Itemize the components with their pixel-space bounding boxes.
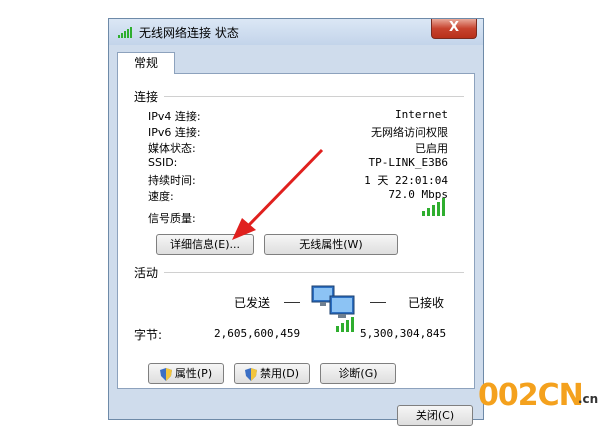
received-label: 已接收 [408, 296, 445, 310]
uac-shield-icon [159, 367, 172, 381]
wireless-signal-icon [118, 27, 132, 38]
title-bar[interactable]: 无线网络连接 状态 X [109, 19, 483, 45]
bytes-sent-value: 2,605,600,459 [214, 327, 301, 340]
network-computers-icon [311, 285, 355, 332]
media-state-value: 已启用 [415, 142, 448, 155]
close-button[interactable]: 关闭(C) [397, 405, 473, 426]
ssid-value: TP-LINK_E3B6 [368, 156, 448, 169]
tab-general[interactable]: 常规 [117, 52, 175, 74]
media-state-label: 媒体状态: [148, 142, 196, 155]
row-signal: 信号质量: [148, 210, 448, 226]
properties-button-label: 属性(P) [174, 367, 213, 380]
uac-shield-icon [244, 367, 257, 381]
row-speed: 速度: 72.0 Mbps [148, 188, 448, 204]
wireless-properties-button[interactable]: 无线属性(W) [264, 234, 398, 255]
watermark-suffix: .cn [578, 392, 599, 406]
row-ssid: SSID: TP-LINK_E3B6 [148, 156, 448, 172]
details-button[interactable]: 详细信息(E)... [156, 234, 254, 255]
network-status-window: 无线网络连接 状态 X 常规 连接 IPv4 连接: Internet IPv6… [108, 18, 484, 426]
disable-button-label: 禁用(D) [259, 367, 300, 380]
row-ipv6: IPv6 连接: 无网络访问权限 [148, 124, 448, 140]
properties-button[interactable]: 属性(P) [148, 363, 224, 384]
duration-value: 1 天 22:01:04 [364, 174, 448, 187]
received-dash [370, 302, 386, 303]
sent-label: 已发送 [234, 296, 271, 310]
window-title: 无线网络连接 状态 [139, 26, 239, 40]
row-ipv4: IPv4 连接: Internet [148, 108, 448, 124]
activity-divider [164, 272, 464, 273]
row-duration: 持续时间: 1 天 22:01:04 [148, 172, 448, 188]
row-media-state: 媒体状态: 已启用 [148, 140, 448, 156]
bytes-received-value: 5,300,304,845 [360, 327, 447, 340]
ssid-label: SSID: [148, 156, 178, 169]
diagnose-button[interactable]: 诊断(G) [320, 363, 396, 384]
ipv6-label: IPv6 连接: [148, 126, 201, 139]
bytes-label: 字节: [134, 328, 163, 342]
site-watermark: 002CN .cn [478, 368, 600, 420]
disable-button[interactable]: 禁用(D) [234, 363, 310, 384]
ipv4-value: Internet [395, 108, 448, 121]
watermark-brand: 002CN [478, 378, 584, 413]
speed-label: 速度: [148, 190, 174, 203]
signal-quality-label: 信号质量: [148, 212, 196, 225]
ipv6-value: 无网络访问权限 [371, 126, 448, 139]
connection-section-title: 连接 [134, 90, 159, 104]
close-window-button[interactable]: X [431, 19, 477, 39]
activity-section-title: 活动 [134, 266, 159, 280]
duration-label: 持续时间: [148, 174, 196, 187]
ipv4-label: IPv4 连接: [148, 110, 201, 123]
connection-divider [164, 96, 464, 97]
sent-dash [284, 302, 300, 303]
general-panel: 连接 IPv4 连接: Internet IPv6 连接: 无网络访问权限 媒体… [117, 73, 475, 389]
signal-strength-icon [422, 198, 446, 216]
